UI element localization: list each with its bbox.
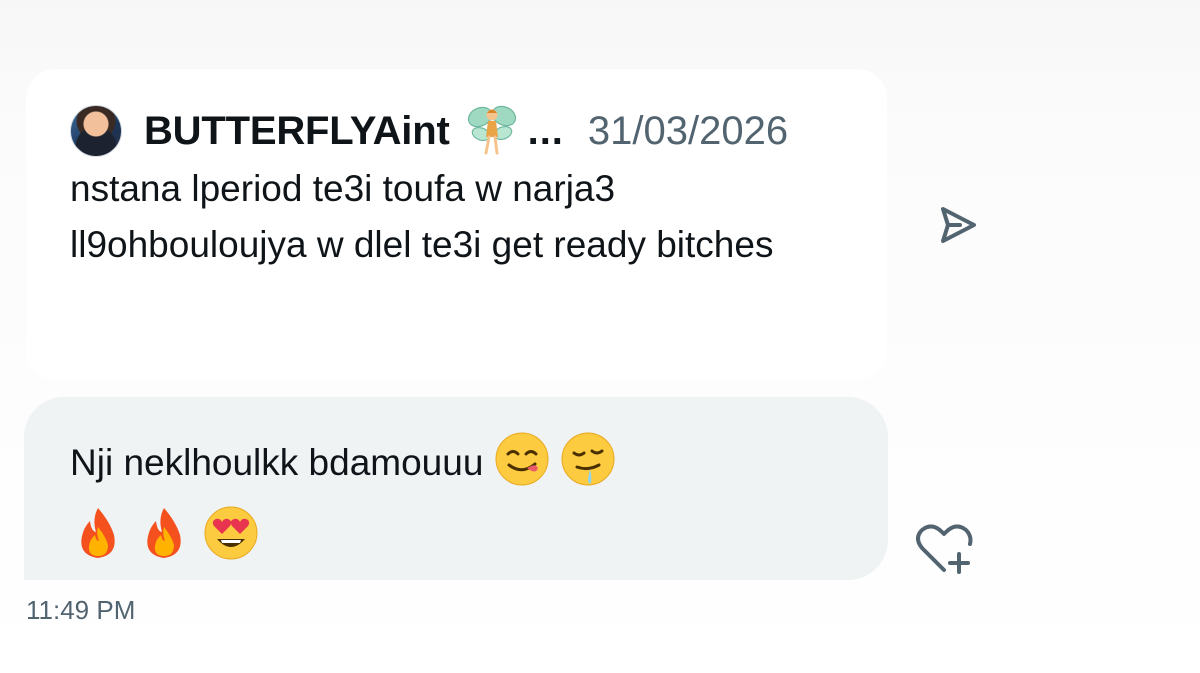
quoted-post-author[interactable]: BUTTERFLYAint	[144, 109, 450, 154]
message-text-content: Nji neklhoulkk bdamouuu	[70, 442, 484, 483]
share-arrow-icon[interactable]	[934, 203, 982, 247]
dm-conversation: BUTTERFLYAint ... 31/03/2026 nstana lper…	[0, 0, 1200, 673]
message-text: Nji neklhoulkk bdamouuu	[70, 431, 842, 579]
quoted-post-text: nstana lperiod te3i toufa w narja3 ll9oh…	[70, 168, 774, 265]
fairy-icon	[467, 105, 516, 155]
drooling-face-icon	[560, 431, 616, 505]
heart-eyes-icon	[203, 505, 259, 579]
heart-plus-icon[interactable]	[912, 520, 976, 576]
face-savoring-food-icon	[494, 431, 550, 505]
quoted-post-header: BUTTERFLYAint ... 31/03/2026	[70, 103, 841, 159]
quoted-post-date: 31/03/2026	[587, 108, 789, 153]
message-bubble[interactable]: Nji neklhoulkk bdamouuu	[24, 397, 888, 580]
fire-icon	[136, 505, 192, 579]
author-truncation: ...	[527, 108, 564, 153]
fire-icon	[70, 505, 126, 579]
message-timestamp: 11:49 PM	[26, 595, 136, 625]
quoted-post-card[interactable]: BUTTERFLYAint ... 31/03/2026 nstana lper…	[26, 69, 887, 380]
avatar[interactable]	[70, 105, 122, 157]
